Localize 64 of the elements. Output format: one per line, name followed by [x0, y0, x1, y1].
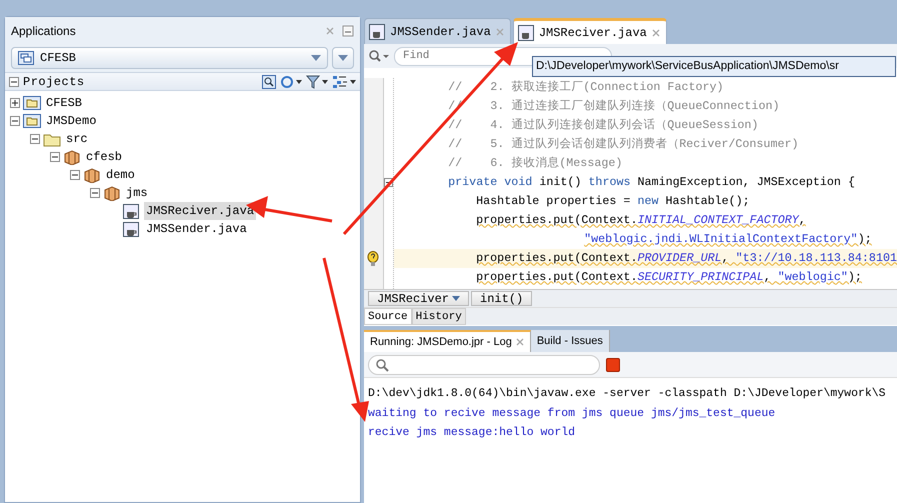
collapse-icon[interactable]: [70, 170, 80, 180]
code-line: // 2. 获取连接工厂(Connection Factory): [448, 78, 724, 96]
search-icon[interactable]: [368, 49, 390, 63]
code-line: private void init() throws NamingException, JMSException {: [448, 174, 855, 191]
log-tab[interactable]: Running: JMSDemo.jpr - Log: [364, 330, 531, 352]
section-title: Projects: [23, 74, 86, 90]
code-line: properties.put(Context.SECURITY_PRINCIPAL, "weblogic");: [476, 268, 862, 286]
code-line: // 4. 通过队列连接创建队列会话（QueueSession): [448, 116, 758, 134]
tree-item[interactable]: JMSReciver.java: [144, 202, 256, 220]
expand-icon[interactable]: [10, 98, 20, 108]
editor-tab[interactable]: JMSReciver.java: [512, 18, 667, 44]
collapse-icon[interactable]: [30, 134, 40, 144]
search-icon: [375, 358, 389, 372]
application-icon: [18, 51, 34, 65]
code-line: // 6. 接收消息(Message): [448, 154, 622, 172]
java-file-icon: [518, 24, 534, 40]
minimize-icon[interactable]: [342, 24, 354, 36]
breadcrumb-item[interactable]: JMSReciver: [368, 291, 470, 306]
tree-item[interactable]: CFESB: [44, 94, 84, 112]
stop-button[interactable]: [606, 358, 620, 372]
package-icon: [83, 168, 101, 182]
collapse-icon[interactable]: [10, 116, 20, 126]
breadcrumb-item[interactable]: init(): [471, 291, 532, 306]
code-line: Hashtable properties = new Hashtable();: [476, 192, 750, 210]
log-line: D:\dev\jdk1.8.0(64)\bin\javaw.exe -server -classpath D:\JDeveloper\mywork\S: [367, 386, 887, 402]
code-line: "weblogic.jndi.WLInitialContextFactory");: [584, 230, 872, 248]
package-icon: [103, 186, 121, 200]
options-icon[interactable]: [332, 74, 356, 88]
java-file-icon: [123, 222, 141, 236]
collapse-icon[interactable]: [90, 188, 100, 198]
caret-icon: [338, 55, 348, 61]
collapse-icon[interactable]: [50, 152, 60, 162]
view-tab[interactable]: Source: [364, 308, 412, 325]
folder-icon: [43, 132, 61, 146]
tree-item[interactable]: JMSDemo: [44, 112, 98, 130]
tree-item[interactable]: src: [64, 130, 90, 148]
view-tab[interactable]: History: [412, 308, 466, 325]
project-icon: [23, 114, 41, 128]
application-dropdown[interactable]: CFESB: [11, 47, 328, 69]
panel-title: Applications: [11, 22, 77, 40]
code-line: // 5. 通过队列会话创建队列消费者（Reciver/Consumer): [448, 136, 798, 153]
java-file-icon: [369, 24, 385, 40]
search-icon[interactable]: [262, 74, 276, 88]
lightbulb-icon[interactable]: [367, 250, 380, 266]
tree-item[interactable]: jms: [124, 184, 150, 202]
log-search-field[interactable]: [368, 354, 600, 374]
log-line: waiting to recive message from jms queue jms/jms_test_queue: [367, 406, 776, 422]
code-line: properties.put(Context.INITIAL_CONTEXT_FACTORY,: [476, 212, 806, 229]
java-file-icon: [123, 204, 141, 218]
project-icon: [23, 96, 41, 110]
path-tooltip: D:\JDeveloper\mywork\ServiceBusApplication\JMSDemo\sr: [532, 56, 896, 78]
filter-icon[interactable]: [306, 74, 328, 88]
caret-icon: [311, 55, 321, 61]
menu-button[interactable]: [332, 47, 354, 69]
log-tab[interactable]: Build - Issues: [530, 330, 610, 352]
editor-tab[interactable]: JMSSender.java: [364, 18, 511, 44]
tree-item[interactable]: JMSSender.java: [144, 220, 249, 238]
sync-icon[interactable]: [280, 74, 302, 88]
package-icon: [63, 150, 81, 164]
code-line: properties.put(Context.PROVIDER_URL, "t3://10.18.113.84:8101: [476, 250, 897, 267]
tree-item[interactable]: cfesb: [84, 148, 124, 166]
tree-item[interactable]: demo: [104, 166, 137, 184]
collapse-icon[interactable]: [9, 76, 19, 86]
log-line: recive jms message:hello world: [367, 425, 576, 441]
